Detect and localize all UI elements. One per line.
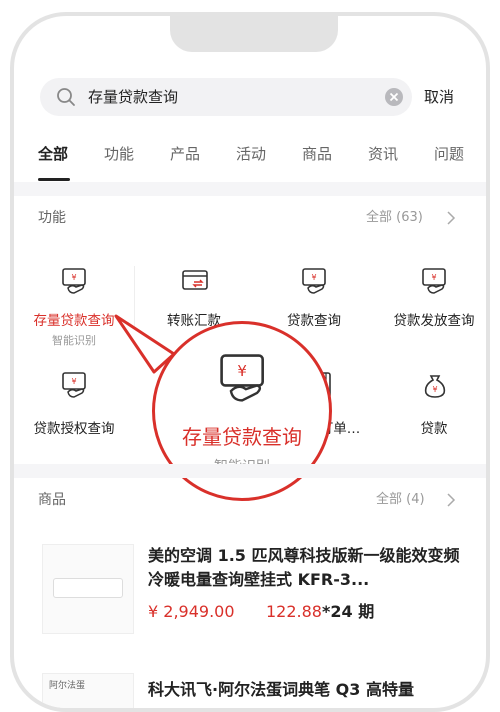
search-query: 存量贷款查询 [88,88,179,106]
loan-hand-icon: ¥ [62,268,86,294]
product-name: 美的空调 1.5 匹风尊科技版新一级能效变频冷暖电量查询壁挂式 KFR-3... [148,546,460,589]
installment-amount: 122.88 [266,602,322,621]
money-bag-icon: ¥ [424,375,446,398]
tab-all[interactable]: 全部 [38,142,68,166]
function-label: 贷款发放查询 [393,313,475,329]
product-price: ¥ 2,949.00 [148,602,235,621]
search-input[interactable]: 存量贷款查询 [40,78,412,116]
function-item-loan-disbursement-query[interactable]: ¥ 贷款发放查询 [374,254,486,344]
function-label: 贷款授权查询 [33,421,115,437]
category-tabs: 全部 功能 产品 活动 商品 资讯 问题 [14,138,486,182]
functions-section-title: 功能 [38,210,66,226]
cancel-button[interactable]: 取消 [424,85,454,109]
svg-text:¥: ¥ [431,273,436,282]
chevron-right-icon [447,493,456,507]
function-item-loan[interactable]: ¥ 贷款 [374,364,486,454]
air-conditioner-icon [53,578,123,598]
chevron-right-icon [447,211,456,225]
products-section-title: 商品 [38,492,66,508]
search-row: 存量贷款查询 取消 [40,78,480,118]
clear-icon[interactable] [384,87,404,107]
search-icon [57,88,75,106]
product-image [42,544,134,634]
svg-text:¥: ¥ [237,362,247,380]
tab-questions[interactable]: 问题 [434,142,464,166]
installment-info: 122.88*24 期 [266,600,374,624]
installment-terms: *24 期 [321,602,375,621]
loan-hand-icon: ¥ [422,268,446,294]
notch [170,16,338,52]
functions-more-link[interactable]: 全部 (63) [366,208,423,228]
transfer-card-icon [182,270,208,290]
tab-indicator [38,178,70,181]
svg-text:¥: ¥ [71,273,76,282]
tab-goods[interactable]: 商品 [302,142,332,166]
svg-text:¥: ¥ [311,273,316,282]
divider [14,182,486,196]
product-image: 阿尔法蛋 [42,673,134,708]
divider [14,464,486,478]
product-name[interactable]: 科大讯飞·阿尔法蛋词典笔 Q3 高特量 [148,678,468,702]
svg-text:¥: ¥ [432,385,437,394]
product-item[interactable]: 美的空调 1.5 匹风尊科技版新一级能效变频冷暖电量查询壁挂式 KFR-3...… [38,544,478,648]
function-label: 贷款 [420,421,448,437]
tab-functions[interactable]: 功能 [104,142,134,166]
callout-label: 存量贷款查询 [182,425,302,449]
tab-news[interactable]: 资讯 [368,142,398,166]
phone-frame: 存量贷款查询 取消 全部 功能 产品 活动 商品 资讯 问题 功能 全部 (63… [10,12,490,712]
svg-text:¥: ¥ [71,377,76,386]
product-brand-tag: 阿尔法蛋 [49,681,86,691]
loan-hand-icon: ¥ [302,268,326,294]
products-more-link[interactable]: 全部 (4) [376,490,425,510]
tab-activities[interactable]: 活动 [236,142,266,166]
tab-products[interactable]: 产品 [170,142,200,166]
loan-hand-icon: ¥ [62,372,86,398]
loan-hand-icon: ¥ [220,354,264,402]
